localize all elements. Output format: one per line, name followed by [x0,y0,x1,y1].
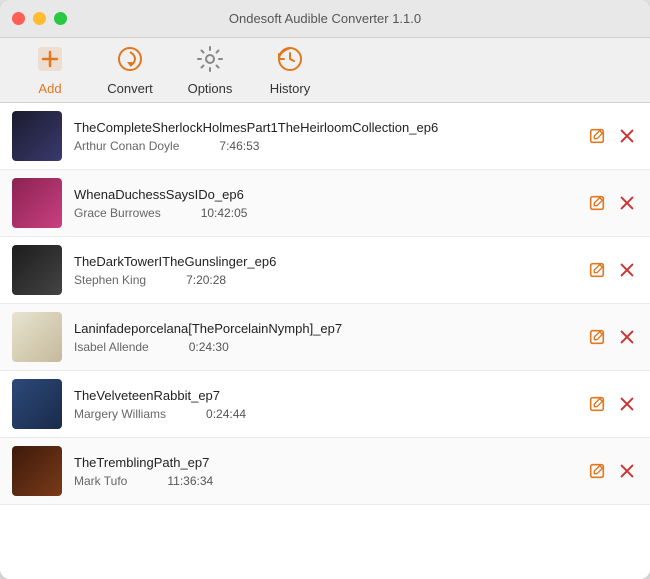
history-icon [275,44,305,79]
close-button[interactable] [12,12,25,25]
book-duration: 0:24:30 [189,340,229,354]
delete-button[interactable] [616,460,638,482]
book-info: TheTremblingPath_ep7 Mark Tufo 11:36:34 [74,455,576,488]
book-duration: 7:20:28 [186,273,226,287]
book-author: Arthur Conan Doyle [74,139,179,153]
toolbar-options[interactable]: Options [180,44,240,96]
book-duration: 11:36:34 [167,474,213,488]
edit-button[interactable] [586,192,608,214]
toolbar-add[interactable]: Add [20,44,80,96]
toolbar-history[interactable]: History [260,44,320,96]
delete-button[interactable] [616,125,638,147]
book-info: Laninfadeporcelana[ThePorcelainNymph]_ep… [74,321,576,354]
book-title: TheVelveteenRabbit_ep7 [74,388,576,403]
row-actions [586,326,638,348]
book-title: TheDarkTowerITheGunslinger_ep6 [74,254,576,269]
list-item: TheDarkTowerITheGunslinger_ep6 Stephen K… [0,237,650,304]
app-window: Ondesoft Audible Converter 1.1.0 Add Con… [0,0,650,579]
minimize-button[interactable] [33,12,46,25]
row-actions [586,460,638,482]
book-author: Margery Williams [74,407,166,421]
book-info: TheCompleteSherlockHolmesPart1TheHeirloo… [74,120,576,153]
toolbar-convert[interactable]: Convert [100,44,160,96]
delete-button[interactable] [616,259,638,281]
list-item: TheVelveteenRabbit_ep7 Margery Williams … [0,371,650,438]
delete-button[interactable] [616,192,638,214]
book-list: TheCompleteSherlockHolmesPart1TheHeirloo… [0,103,650,579]
book-info: WhenaDuchessSaysIDo_ep6 Grace Burrowes 1… [74,187,576,220]
book-meta: Margery Williams 0:24:44 [74,407,576,421]
options-label: Options [188,81,233,96]
window-title: Ondesoft Audible Converter 1.1.0 [229,11,421,26]
row-actions [586,125,638,147]
book-meta: Stephen King 7:20:28 [74,273,576,287]
edit-button[interactable] [586,259,608,281]
book-thumbnail [12,178,62,228]
edit-button[interactable] [586,460,608,482]
book-meta: Mark Tufo 11:36:34 [74,474,576,488]
delete-button[interactable] [616,393,638,415]
book-author: Isabel Allende [74,340,149,354]
book-duration: 10:42:05 [201,206,248,220]
history-label: History [270,81,310,96]
book-duration: 0:24:44 [206,407,246,421]
list-item: Laninfadeporcelana[ThePorcelainNymph]_ep… [0,304,650,371]
convert-icon [115,44,145,79]
book-duration: 7:46:53 [219,139,259,153]
book-meta: Isabel Allende 0:24:30 [74,340,576,354]
list-item: TheTremblingPath_ep7 Mark Tufo 11:36:34 [0,438,650,505]
book-meta: Arthur Conan Doyle 7:46:53 [74,139,576,153]
list-item: WhenaDuchessSaysIDo_ep6 Grace Burrowes 1… [0,170,650,237]
convert-label: Convert [107,81,153,96]
add-icon [35,44,65,79]
gear-icon [195,44,225,79]
row-actions [586,393,638,415]
book-title: TheTremblingPath_ep7 [74,455,576,470]
title-bar: Ondesoft Audible Converter 1.1.0 [0,0,650,38]
row-actions [586,259,638,281]
book-thumbnail [12,245,62,295]
toolbar: Add Convert Options [0,38,650,103]
book-info: TheVelveteenRabbit_ep7 Margery Williams … [74,388,576,421]
book-thumbnail [12,111,62,161]
edit-button[interactable] [586,393,608,415]
book-thumbnail [12,312,62,362]
list-item: TheCompleteSherlockHolmesPart1TheHeirloo… [0,103,650,170]
book-author: Grace Burrowes [74,206,161,220]
row-actions [586,192,638,214]
book-info: TheDarkTowerITheGunslinger_ep6 Stephen K… [74,254,576,287]
book-title: Laninfadeporcelana[ThePorcelainNymph]_ep… [74,321,576,336]
add-label: Add [38,81,61,96]
book-author: Stephen King [74,273,146,287]
book-author: Mark Tufo [74,474,127,488]
book-title: TheCompleteSherlockHolmesPart1TheHeirloo… [74,120,576,135]
book-title: WhenaDuchessSaysIDo_ep6 [74,187,576,202]
book-thumbnail [12,379,62,429]
window-controls [12,12,67,25]
book-meta: Grace Burrowes 10:42:05 [74,206,576,220]
edit-button[interactable] [586,326,608,348]
edit-button[interactable] [586,125,608,147]
book-thumbnail [12,446,62,496]
maximize-button[interactable] [54,12,67,25]
delete-button[interactable] [616,326,638,348]
